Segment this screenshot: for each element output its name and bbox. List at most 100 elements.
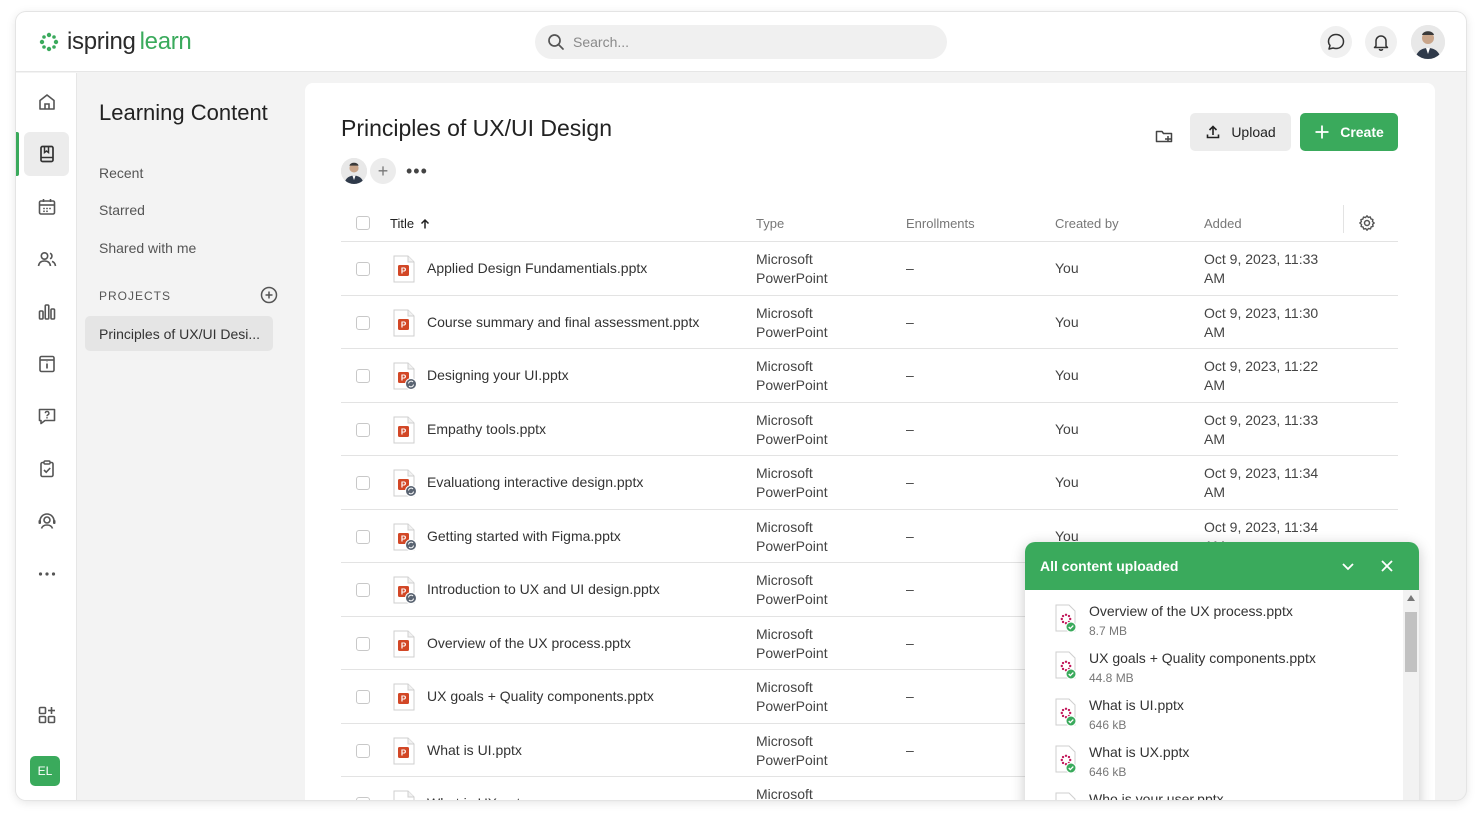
toast-file-size: 8.7 MB [1089, 624, 1128, 638]
row-type: Microsoft PowerPoint [756, 411, 828, 447]
table-row[interactable]: P Applied Design Fundamentials.pptx Micros… [341, 242, 1398, 296]
new-folder-button[interactable] [1151, 123, 1177, 149]
row-title[interactable]: Designing your UI.pptx [427, 367, 569, 383]
add-member-button[interactable]: + [370, 158, 396, 184]
more-icon [38, 572, 55, 576]
logo[interactable]: ispring learn [38, 28, 192, 56]
row-checkbox[interactable] [356, 529, 370, 544]
powerpoint-file-icon: P [392, 309, 416, 337]
table-row[interactable]: P Empathy tools.pptx Microsoft PowerPoint –… [341, 403, 1398, 456]
sidebar-title: Learning Content [99, 100, 268, 125]
chat-icon [1327, 33, 1345, 50]
rail-calendar[interactable] [24, 185, 69, 229]
rail-reports[interactable] [24, 290, 69, 334]
row-added: Oct 9, 2023, 11:30 AM [1204, 304, 1319, 340]
upload-button[interactable]: Upload [1190, 113, 1291, 151]
toast-file-list: Overview of the UX process.pptx 8.7 MB UX … [1025, 590, 1403, 800]
column-type[interactable]: Type [756, 216, 784, 231]
row-title[interactable]: Overview of the UX process.pptx [427, 635, 631, 651]
member-avatar[interactable] [341, 158, 367, 184]
create-button[interactable]: Create [1300, 113, 1398, 151]
chat-button[interactable] [1320, 26, 1352, 58]
row-title[interactable]: What is UX.pptx [427, 795, 527, 800]
column-created-by[interactable]: Created by [1055, 216, 1119, 231]
scroll-up-arrow-icon[interactable] [1407, 595, 1415, 601]
content-sidebar: Learning Content Recent Starred Shared w… [78, 73, 304, 800]
rail-more[interactable] [24, 552, 69, 596]
row-checkbox[interactable] [356, 262, 370, 276]
add-project-icon[interactable] [260, 286, 278, 304]
row-created-by: You [1055, 260, 1079, 276]
search-input[interactable] [573, 34, 913, 50]
powerpoint-file-icon: P [392, 416, 416, 444]
toast-file-size: 44.8 MB [1089, 671, 1134, 685]
logo-text-ispring: ispring [67, 28, 136, 55]
row-added: Oct 9, 2023, 11:22 AM [1204, 358, 1319, 393]
settings-gear-icon[interactable] [1358, 214, 1376, 232]
rail-home[interactable] [24, 80, 69, 124]
sidebar-link-recent[interactable]: Recent [99, 165, 143, 181]
chevron-down-icon[interactable] [1339, 557, 1357, 575]
notifications-button[interactable] [1365, 26, 1397, 58]
row-title[interactable]: Applied Design Fundamentials.pptx [427, 260, 647, 276]
row-checkbox[interactable] [356, 797, 370, 800]
scroll-thumb[interactable] [1405, 612, 1417, 672]
book-icon [39, 145, 54, 163]
row-checkbox[interactable] [356, 636, 370, 651]
rail-learning-content[interactable] [24, 132, 69, 176]
search-bar[interactable] [535, 25, 947, 59]
user-avatar[interactable] [1411, 25, 1445, 59]
rail-apps[interactable] [24, 693, 69, 737]
rail-support[interactable] [24, 499, 69, 543]
row-checkbox[interactable] [356, 583, 370, 597]
row-title[interactable]: Course summary and final assessment.pptx [427, 314, 699, 330]
toast-scrollbar[interactable] [1403, 590, 1419, 800]
sidebar-link-starred[interactable]: Starred [99, 202, 145, 218]
row-checkbox[interactable] [356, 369, 370, 383]
top-bar: ispring learn [16, 12, 1466, 72]
column-enrollments[interactable]: Enrollments [906, 216, 975, 231]
rail-users[interactable] [24, 237, 69, 281]
row-title[interactable]: Empathy tools.pptx [427, 421, 546, 437]
row-checkbox[interactable] [356, 743, 370, 758]
toast-title: All content uploaded [1040, 558, 1179, 574]
row-title[interactable]: Getting started with Figma.pptx [427, 528, 621, 544]
row-title[interactable]: Evaluationg interactive design.pptx [427, 474, 643, 490]
select-all-checkbox[interactable] [356, 216, 370, 230]
row-title[interactable]: Introduction to UX and UI design.pptx [427, 581, 660, 597]
toast-file-name: What is UI.pptx [1089, 697, 1184, 713]
row-created-by: You [1055, 313, 1079, 330]
sidebar-link-shared[interactable]: Shared with me [99, 240, 196, 256]
chart-icon [38, 304, 55, 320]
row-title[interactable]: UX goals + Quality components.pptx [427, 688, 654, 704]
more-options-button[interactable]: ••• [406, 162, 428, 180]
rail-info[interactable] [24, 342, 69, 386]
rail-questions[interactable] [24, 394, 69, 438]
rail-assignments[interactable] [24, 447, 69, 491]
row-checkbox[interactable] [356, 422, 370, 437]
row-title[interactable]: What is UI.pptx [427, 742, 522, 758]
app-window: ispring learn Search... EL Learning Cont… [16, 12, 1466, 800]
question-icon [38, 408, 55, 425]
row-checkbox[interactable] [356, 690, 370, 704]
row-created-by: You [1055, 474, 1079, 490]
table-row[interactable]: P Evaluationg interactive design.pptx Micr… [341, 456, 1398, 510]
svg-text:P: P [401, 320, 407, 329]
powerpoint-file-icon: P [392, 737, 416, 765]
uploaded-file-icon [1055, 651, 1077, 680]
svg-text:P: P [401, 267, 407, 276]
row-type: Microsoft PowerPoint [756, 251, 828, 286]
project-item[interactable]: Principles of UX/UI Desi... [85, 316, 273, 351]
row-checkbox[interactable] [356, 315, 370, 330]
row-enrollments: – [906, 474, 914, 490]
table-row[interactable]: P Designing your UI.pptx Microsoft PowerPo… [341, 349, 1398, 403]
column-title[interactable]: Title [390, 216, 431, 231]
row-checkbox[interactable] [356, 476, 370, 490]
row-type: Microsoft PowerPoint [756, 304, 828, 340]
column-added[interactable]: Added [1204, 216, 1242, 231]
close-icon[interactable] [1378, 557, 1396, 575]
table-row[interactable]: P Course summary and final assessment.ppt… [341, 296, 1398, 349]
row-enrollments: – [906, 260, 914, 276]
toast-file-item: Overview of the UX process.pptx 8.7 MB [1025, 590, 1403, 638]
user-initials-badge[interactable]: EL [30, 756, 60, 786]
